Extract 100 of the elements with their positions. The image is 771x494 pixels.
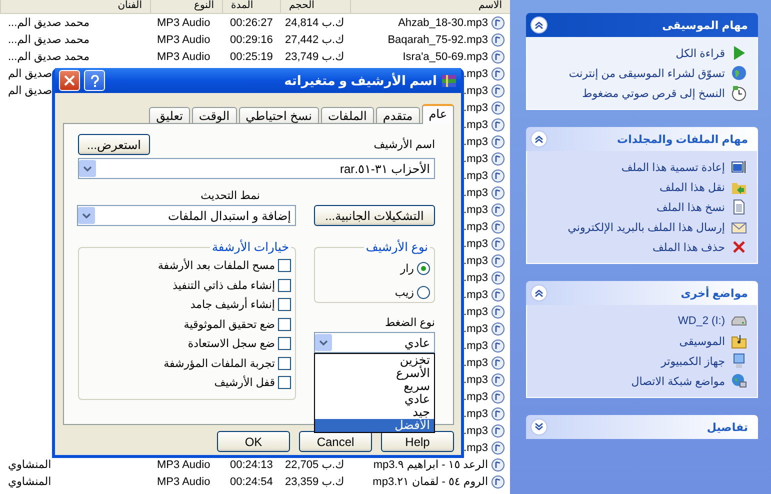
panel-title: مهام الملفات والمجلدات: [617, 132, 748, 146]
column-header[interactable]: النوع: [150, 0, 222, 13]
tab[interactable]: متقدم: [376, 107, 420, 124]
task-link[interactable]: إعادة تسمية هذا الملف: [621, 160, 725, 174]
task-link[interactable]: نقل هذا الملف: [660, 180, 725, 194]
checkbox[interactable]: [278, 337, 291, 350]
file-name[interactable]: .mp3: [464, 340, 488, 352]
chevron-up-icon[interactable]: [530, 16, 548, 34]
radio-button[interactable]: [417, 286, 430, 298]
task-link[interactable]: الموسيقى: [679, 334, 725, 348]
task-link[interactable]: جهاز الكمبيوتر: [661, 354, 725, 368]
chevron-down-icon[interactable]: [530, 418, 548, 436]
file-name[interactable]: .mp3: [464, 102, 488, 114]
books-icon: [441, 72, 457, 88]
checkbox[interactable]: [278, 278, 291, 292]
file-name[interactable]: .mp3: [464, 356, 488, 368]
file-name[interactable]: Baqarah_75-92.mp3: [388, 34, 488, 46]
file-name[interactable]: .mp3: [464, 220, 488, 232]
column-header[interactable]: الحجم: [280, 0, 350, 13]
duration-cell: 00:26:27: [230, 16, 273, 28]
audio-file-icon: [491, 134, 505, 148]
file-name[interactable]: الروم ٥٤ - لقمان ٢١.mp3: [372, 475, 488, 488]
tab[interactable]: عام: [422, 104, 454, 124]
checkbox[interactable]: [278, 259, 291, 272]
radio-button[interactable]: [417, 262, 430, 274]
panel-header[interactable]: تفاصيل: [526, 415, 758, 439]
update-mode-combo[interactable]: إضافة و استبدال الملفات: [77, 205, 296, 226]
task-link[interactable]: تسوّق لشراء الموسيقى من إنترنت: [568, 66, 725, 80]
checkbox[interactable]: [278, 356, 291, 370]
task-link[interactable]: قراءة الكل: [676, 46, 725, 60]
file-name[interactable]: .mp3: [464, 238, 488, 250]
file-name[interactable]: .mp3: [464, 254, 488, 266]
chevron-up-icon[interactable]: [530, 284, 548, 302]
chevron-up-icon[interactable]: [530, 130, 548, 148]
group-title: خيارات الأرشفة: [211, 240, 290, 254]
audio-file-icon: [491, 152, 505, 166]
audio-file-icon: [491, 186, 505, 200]
size-cell: 23,749 ك.ب: [285, 51, 344, 63]
file-name[interactable]: .mp3: [464, 136, 488, 148]
profiles-button[interactable]: التشكيلات الجانبية...: [314, 205, 435, 226]
help-button[interactable]: [84, 70, 105, 91]
panel-header[interactable]: مهام الملفات والمجلدات: [526, 127, 758, 151]
task-link[interactable]: نسخ هذا الملف: [656, 200, 725, 214]
column-header[interactable]: المدة: [222, 0, 280, 13]
radio-label: رار: [400, 262, 414, 274]
tab[interactable]: الوقت: [192, 107, 237, 124]
field-label: نوع الضغط: [384, 316, 435, 329]
file-name[interactable]: .mp3: [464, 408, 488, 420]
tab[interactable]: تعليق: [149, 107, 190, 124]
checkbox[interactable]: [278, 376, 291, 390]
dialog-button[interactable]: Help: [381, 431, 454, 452]
file-name[interactable]: .mp3: [464, 152, 488, 164]
panel-header[interactable]: مواضع أخرى: [526, 281, 758, 305]
task-link[interactable]: حذف هذا الملف: [652, 240, 725, 254]
file-name[interactable]: .mp3: [464, 374, 488, 386]
task-link[interactable]: النسخ إلى قرص صوتي مضغوط: [582, 86, 725, 100]
file-name[interactable]: .mp3: [464, 424, 488, 436]
audio-file-icon: [491, 100, 505, 114]
checkbox[interactable]: [278, 298, 291, 312]
dialog-button[interactable]: Cancel: [299, 431, 372, 452]
computer-icon: [731, 353, 747, 369]
task-link[interactable]: WD_2 (I:): [678, 315, 725, 327]
archive-name-combo[interactable]: الأحزاب ٣١-٥١.rar: [78, 158, 435, 179]
file-name[interactable]: .mp3: [464, 390, 488, 402]
tab[interactable]: الملفات: [320, 107, 374, 124]
size-cell: 22,705 ك.ب: [285, 459, 344, 471]
file-name[interactable]: .mp3: [464, 442, 488, 454]
audio-file-icon: [491, 202, 505, 216]
close-button[interactable]: [59, 70, 80, 91]
file-name[interactable]: .mp3: [464, 306, 488, 318]
artist-cell: محمد صديق الم...: [8, 17, 90, 29]
audio-file-icon: [491, 390, 505, 404]
artist-cell: محمد صديق الم...: [8, 51, 90, 63]
column-header[interactable]: الفنان: [0, 0, 150, 13]
file-name[interactable]: .mp3: [464, 68, 488, 80]
dialog-button[interactable]: OK: [217, 431, 290, 452]
task-link[interactable]: إرسال هذا الملف بالبريد الإلكتروني: [568, 220, 725, 234]
dropdown-option[interactable]: الأفضل: [315, 419, 434, 432]
browse-button[interactable]: استعرض...: [78, 134, 150, 155]
file-name[interactable]: .mp3: [464, 118, 488, 130]
audio-file-icon: [491, 220, 505, 234]
audio-file-icon: [491, 16, 505, 30]
checkbox[interactable]: [278, 318, 291, 331]
audio-file-icon: [491, 372, 505, 386]
file-name[interactable]: .mp3: [464, 84, 488, 96]
file-name[interactable]: .mp3: [464, 186, 488, 198]
file-name[interactable]: .mp3: [464, 170, 488, 182]
panel-title: مهام الموسيقى: [662, 18, 748, 32]
file-name[interactable]: .mp3: [464, 288, 488, 300]
file-name[interactable]: Ahzab_18-30.mp3: [398, 16, 488, 28]
tab[interactable]: نسخ احتياطي: [238, 107, 319, 124]
file-name[interactable]: .mp3: [464, 322, 488, 334]
panel-header[interactable]: مهام الموسيقى: [526, 13, 758, 37]
file-name[interactable]: Isra'a_50-69.mp3: [402, 50, 488, 62]
file-name[interactable]: .mp3: [464, 272, 488, 284]
type-cell: MP3 Audio: [157, 476, 210, 488]
file-name[interactable]: .mp3: [464, 204, 488, 216]
file-name[interactable]: الرعد ١٥ - ابراهيم ٩.mp3: [373, 458, 488, 471]
task-link[interactable]: مواضع شبكة الاتصال: [631, 374, 725, 388]
artist-cell: المنشاوي: [8, 459, 52, 471]
